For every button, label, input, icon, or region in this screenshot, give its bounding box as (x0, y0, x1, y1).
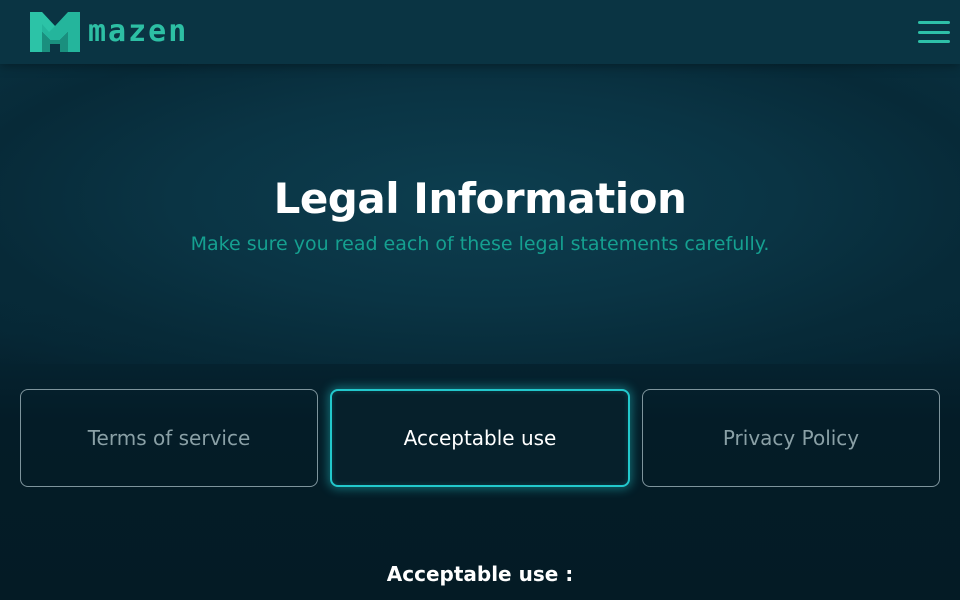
section-heading: Acceptable use : (386, 562, 574, 586)
site-header: mazen (0, 0, 960, 64)
tab-privacy-policy[interactable]: Privacy Policy (642, 389, 940, 487)
menu-bar-middle (918, 30, 950, 34)
menu-bar-top (918, 21, 950, 24)
hero-section: Legal Information Make sure you read eac… (0, 64, 960, 364)
page: mazen Legal Information Make sure you re… (0, 0, 960, 600)
page-subtitle: Make sure you read each of these legal s… (190, 233, 770, 255)
logo[interactable]: mazen (28, 10, 188, 54)
logo-text: mazen (88, 14, 189, 49)
page-title: Legal Information (273, 174, 687, 223)
tab-acceptable-use[interactable]: Acceptable use (330, 389, 630, 487)
legal-tabs: Terms of service Acceptable use Privacy … (20, 389, 940, 487)
tab-terms-of-service[interactable]: Terms of service (20, 389, 318, 487)
hamburger-menu-icon[interactable] (918, 21, 950, 43)
mazen-logo-icon (30, 12, 80, 52)
menu-bar-bottom (918, 40, 950, 43)
